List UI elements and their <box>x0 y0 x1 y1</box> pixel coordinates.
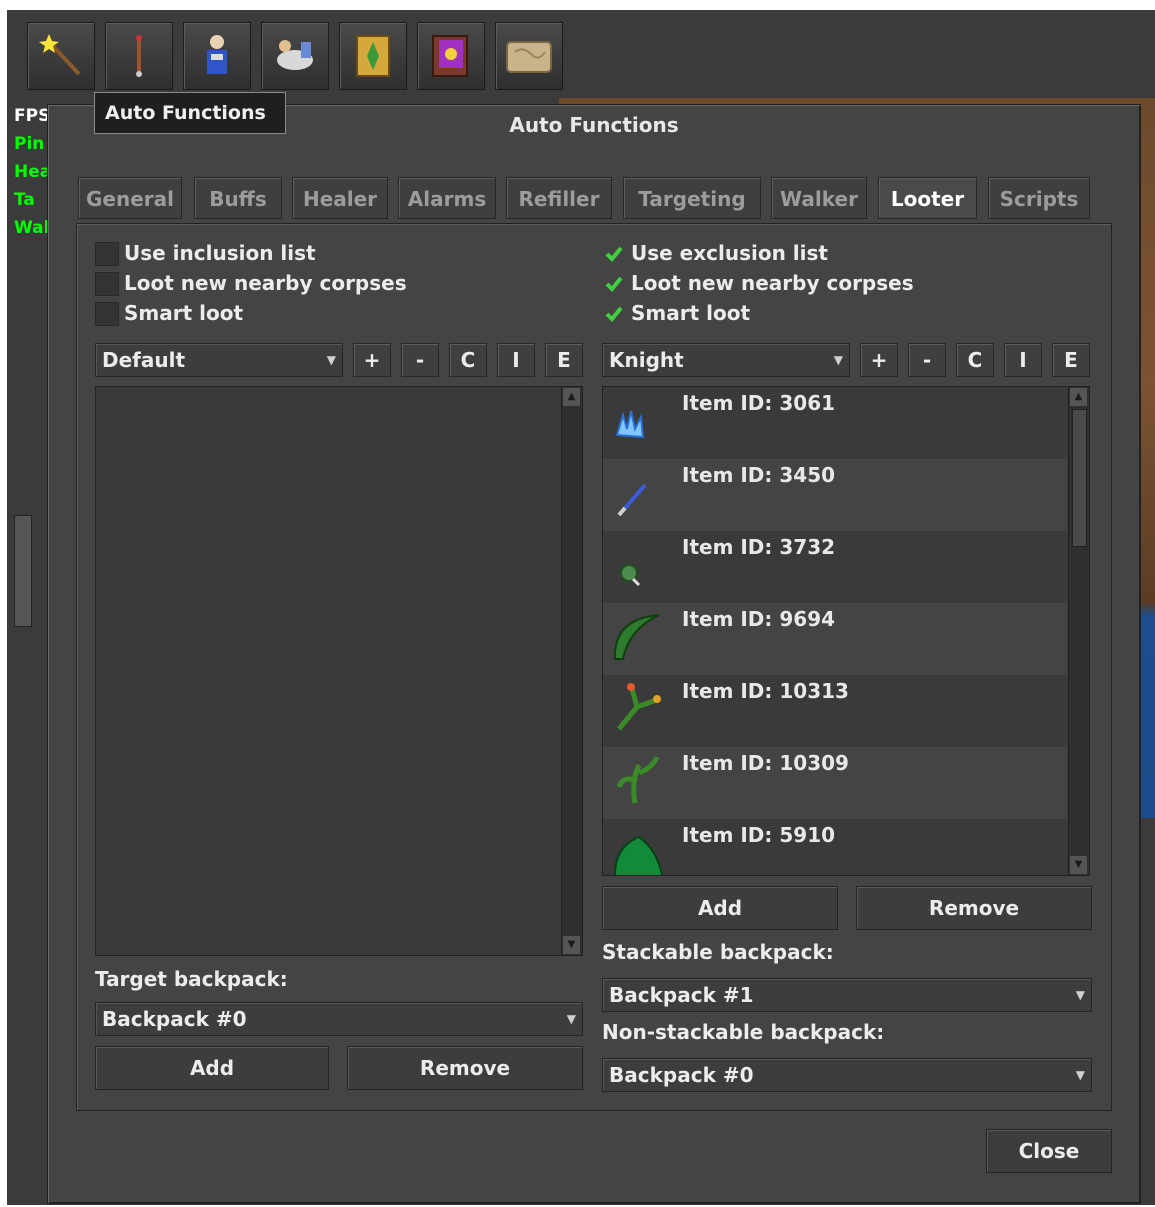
target-backpack-value: Backpack #0 <box>102 1007 247 1031</box>
left-profile-value: Default <box>102 348 186 372</box>
item-id-label: Item ID: 3732 <box>682 535 836 559</box>
wand-item-icon <box>617 483 647 517</box>
tab-refiller[interactable]: Refiller <box>506 177 612 219</box>
tab-healer[interactable]: Healer <box>292 177 388 219</box>
green-sprout-icon <box>616 755 660 804</box>
toolbar-tooltip: Auto Functions <box>94 92 286 134</box>
scroll-up-icon[interactable]: ▲ <box>563 388 580 406</box>
auto-functions-window: Auto Functions General Buffs Healer Alar… <box>47 104 1141 1204</box>
side-panel-handle[interactable] <box>14 515 32 627</box>
left-import-profile-button[interactable]: I <box>497 343 535 377</box>
checkbox-label: Loot new nearby corpses <box>631 271 914 295</box>
list-item[interactable]: Item ID: 5910 <box>603 819 1067 875</box>
flower-branch-icon <box>617 683 661 731</box>
stackable-backpack-label: Stackable backpack: <box>602 940 834 964</box>
stackable-backpack-select[interactable]: Backpack #1 ▼ <box>602 978 1092 1012</box>
left-add-profile-button[interactable]: + <box>353 343 391 377</box>
green-mushroom-icon <box>620 564 641 587</box>
checkbox-box[interactable] <box>95 242 119 266</box>
mount-icon[interactable] <box>261 22 329 90</box>
green-leaf-icon <box>613 614 660 660</box>
chevron-down-icon: ▼ <box>326 353 336 367</box>
blue-crystal-icon <box>615 410 645 439</box>
target-backpack-select[interactable]: Backpack #0 ▼ <box>95 1002 583 1036</box>
tab-looter[interactable]: Looter <box>878 177 977 219</box>
tab-walker[interactable]: Walker <box>771 177 867 219</box>
checkbox-label: Smart loot <box>631 301 751 325</box>
list-item[interactable]: Item ID: 3450 <box>603 459 1067 531</box>
tab-general[interactable]: General <box>78 177 182 219</box>
inclusion-item-list[interactable]: ▲ ▼ <box>95 386 583 956</box>
right-remove-button[interactable]: Remove <box>856 886 1092 930</box>
left-add-button[interactable]: Add <box>95 1046 329 1090</box>
left-export-profile-button[interactable]: E <box>545 343 583 377</box>
item-id-label: Item ID: 10313 <box>682 679 849 703</box>
map-icon[interactable] <box>495 22 563 90</box>
right-profile-value: Knight <box>609 348 684 372</box>
tab-buffs[interactable]: Buffs <box>194 177 282 219</box>
scroll-down-icon[interactable]: ▼ <box>1070 856 1087 874</box>
checkbox-label: Loot new nearby corpses <box>124 271 407 295</box>
list-item[interactable]: Item ID: 9694 <box>603 603 1067 675</box>
list-item[interactable]: Item ID: 10309 <box>603 747 1067 819</box>
right-add-profile-button[interactable]: + <box>860 343 898 377</box>
scroll-up-icon[interactable]: ▲ <box>1070 388 1087 406</box>
checkbox-label: Smart loot <box>124 301 244 325</box>
exclusion-item-list[interactable]: Item ID: 3061 Item ID: 3450 Item ID: 373… <box>602 386 1090 876</box>
tab-alarms[interactable]: Alarms <box>398 177 496 219</box>
checkbox-label: Use inclusion list <box>124 241 316 265</box>
inclusion-list-scrollbar[interactable]: ▲ ▼ <box>561 387 582 955</box>
scroll-thumb[interactable] <box>1072 409 1087 547</box>
list-item[interactable]: Item ID: 3732 <box>603 531 1067 603</box>
left-profile-select[interactable]: Default ▼ <box>95 343 343 377</box>
stackable-backpack-value: Backpack #1 <box>609 983 754 1007</box>
wand-icon[interactable] <box>27 22 95 90</box>
chevron-down-icon: ▼ <box>1075 988 1085 1002</box>
item-id-label: Item ID: 9694 <box>682 607 836 631</box>
nonstackable-backpack-label: Non-stackable backpack: <box>602 1020 885 1044</box>
checkbox-box[interactable] <box>95 302 119 326</box>
list-item[interactable]: Item ID: 3061 <box>603 387 1067 459</box>
close-button[interactable]: Close <box>986 1129 1112 1173</box>
green-cloth-icon <box>613 835 663 875</box>
npc-figure-icon[interactable] <box>183 22 251 90</box>
spellbook-icon[interactable] <box>339 22 407 90</box>
left-remove-button[interactable]: Remove <box>347 1046 583 1090</box>
checkbox-box[interactable] <box>602 302 624 324</box>
chevron-down-icon: ▼ <box>566 1012 576 1026</box>
item-id-label: Item ID: 3061 <box>682 391 836 415</box>
target-backpack-label: Target backpack: <box>95 967 288 991</box>
right-remove-profile-button[interactable]: - <box>908 343 946 377</box>
tab-targeting[interactable]: Targeting <box>623 177 761 219</box>
left-remove-profile-button[interactable]: - <box>401 343 439 377</box>
right-copy-profile-button[interactable]: C <box>956 343 994 377</box>
rod-icon[interactable] <box>105 22 173 90</box>
checkbox-box[interactable] <box>602 272 624 294</box>
checkbox-label: Use exclusion list <box>631 241 828 265</box>
right-export-profile-button[interactable]: E <box>1052 343 1090 377</box>
item-id-label: Item ID: 5910 <box>682 823 836 847</box>
looter-panel: Use inclusion list Loot new nearby corps… <box>76 223 1112 1111</box>
list-item[interactable]: Item ID: 10313 <box>603 675 1067 747</box>
nonstackable-backpack-value: Backpack #0 <box>609 1063 754 1087</box>
item-id-label: Item ID: 10309 <box>682 751 849 775</box>
exclusion-list-scrollbar[interactable]: ▲ ▼ <box>1068 387 1089 875</box>
right-profile-select[interactable]: Knight ▼ <box>602 343 850 377</box>
checkbox-box[interactable] <box>95 272 119 296</box>
magic-book-icon[interactable] <box>417 22 485 90</box>
right-import-profile-button[interactable]: I <box>1004 343 1042 377</box>
chevron-down-icon: ▼ <box>833 353 843 367</box>
scroll-down-icon[interactable]: ▼ <box>563 936 580 954</box>
chevron-down-icon: ▼ <box>1075 1068 1085 1082</box>
nonstackable-backpack-select[interactable]: Backpack #0 ▼ <box>602 1058 1092 1092</box>
tab-scripts[interactable]: Scripts <box>988 177 1090 219</box>
left-copy-profile-button[interactable]: C <box>449 343 487 377</box>
right-add-button[interactable]: Add <box>602 886 838 930</box>
item-id-label: Item ID: 3450 <box>682 463 836 487</box>
checkbox-box[interactable] <box>602 242 624 264</box>
